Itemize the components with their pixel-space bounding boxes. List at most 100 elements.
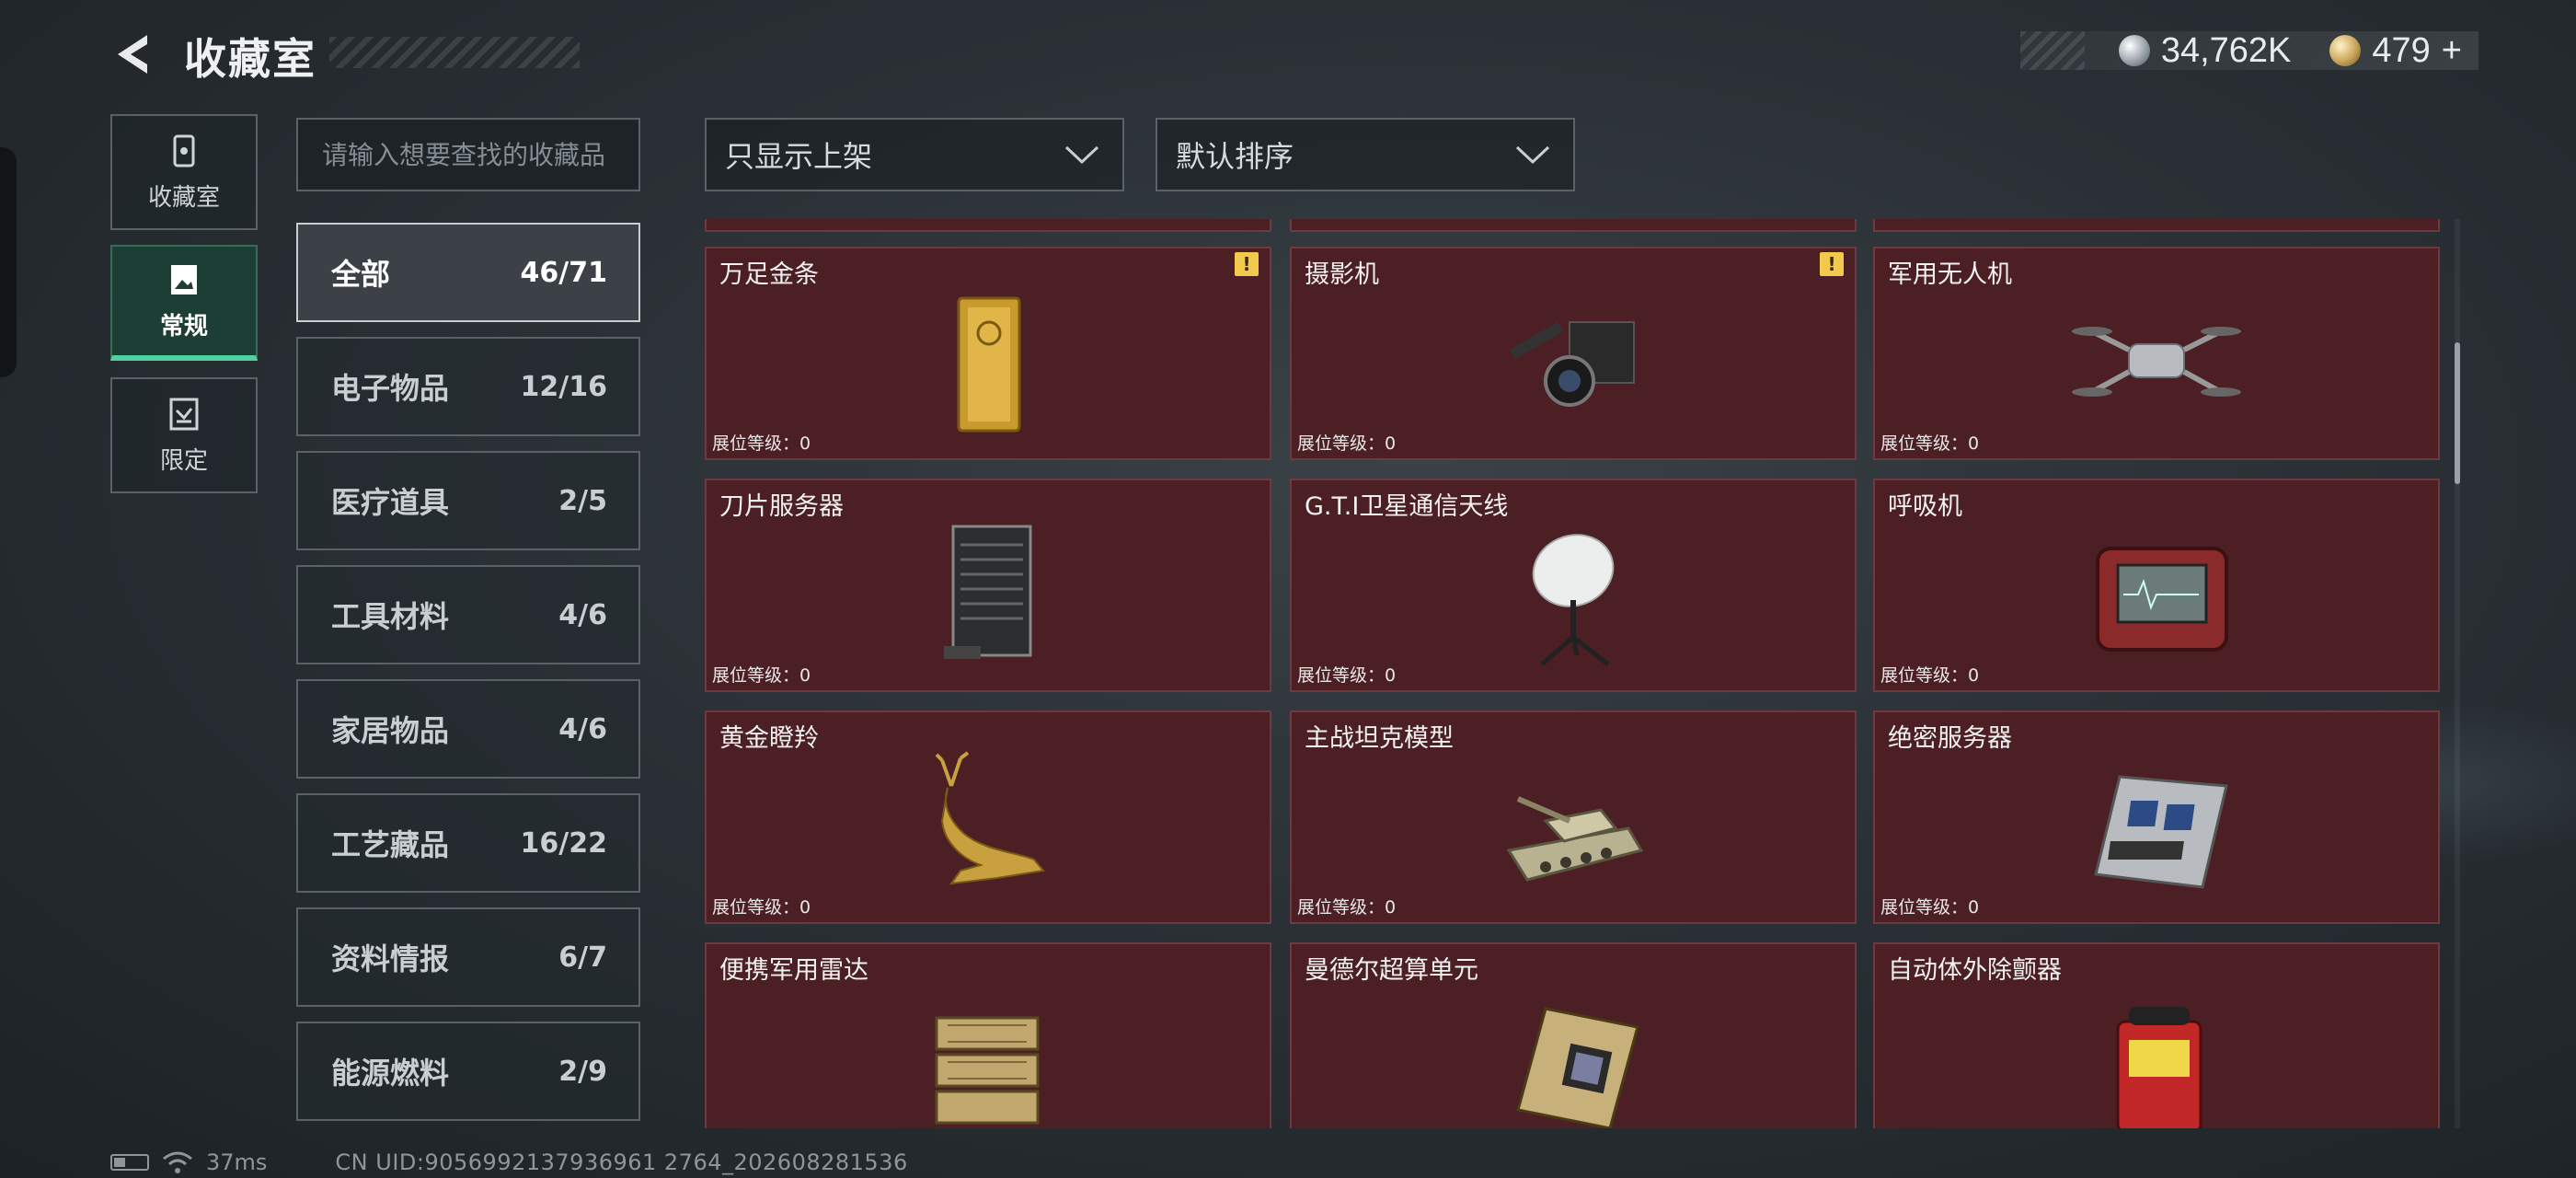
category-all[interactable]: 全部 46/71 [296,223,640,322]
rail-item-vault[interactable]: 收藏室 [110,114,258,230]
screen-notch [0,147,17,377]
satellite-dish-icon [1532,534,1615,666]
ping-value: 37ms [206,1149,268,1175]
item-level: 展位等级：0 [1297,665,1397,686]
item-name: 摄影机 [1305,260,1379,289]
item-level: 展位等级：0 [1880,665,1980,686]
gold-value: 479 [2372,30,2431,70]
category-count: 16/22 [520,826,607,860]
rail-label: 常规 [159,312,208,341]
sort-dropdown[interactable]: 默认排序 [1156,118,1575,191]
item-name: 刀片服务器 [719,492,844,521]
item-card[interactable]: 军用无人机 展位等级：0 [1873,247,2440,460]
currency-decoration [2020,31,2085,70]
category-tools[interactable]: 工具材料 4/6 [296,565,640,664]
grid-scrollbar[interactable] [2455,219,2460,1128]
item-name: 绝密服务器 [1888,724,2012,753]
item-card[interactable]: 自动体外除颤器 [1873,942,2440,1128]
category-name: 工具材料 [331,599,450,634]
server-board-icon [2094,775,2228,889]
item-name: 曼德尔超算单元 [1305,956,1478,985]
category-crafts[interactable]: 工艺藏品 16/22 [296,793,640,893]
category-name: 电子物品 [331,371,450,406]
item-name: G.T.I卫星通信天线 [1305,492,1509,521]
rail-item-limited[interactable]: 限定 [110,377,258,493]
collection-grid: 万足金条 ! 展位等级：0 摄影机 ! 展位等级：0 军用无人机 展位等级：0 … [705,219,2445,1128]
category-name: 工艺藏品 [331,827,450,862]
category-name: 资料情报 [331,941,450,976]
category-count: 2/9 [558,1055,607,1088]
chevron-down-icon [1064,145,1099,165]
silver-value: 34,762K [2160,30,2292,70]
item-name: 万足金条 [719,260,819,289]
category-name: 能源燃料 [331,1056,450,1091]
document-icon [171,264,197,294]
item-level: 展位等级：0 [712,897,811,918]
item-name: 军用无人机 [1888,260,2012,289]
warning-icon: ! [1235,252,1259,276]
camera-icon [1510,321,1635,407]
category-household[interactable]: 家居物品 4/6 [296,679,640,779]
item-card[interactable]: 呼吸机 展位等级：0 [1873,479,2440,692]
gold-bar-icon [957,296,1021,433]
category-intel[interactable]: 资料情报 6/7 [296,907,640,1007]
item-level: 展位等级：0 [1297,897,1397,918]
item-card[interactable]: 主战坦克模型 展位等级：0 [1290,710,1857,924]
item-card[interactable]: 刀片服务器 展位等级：0 [705,479,1271,692]
sort-value: 默认排序 [1176,139,1294,174]
category-count: 6/7 [558,941,607,974]
item-card-partial[interactable] [705,219,1271,232]
blade-server-icon [944,525,1032,659]
silver-coin-icon [2118,35,2150,66]
drone-icon [2072,327,2241,397]
item-card[interactable]: 曼德尔超算单元 [1290,942,1857,1128]
category-name: 家居物品 [331,713,450,748]
category-name: 医疗道具 [331,485,450,520]
item-card[interactable]: G.T.I卫星通信天线 展位等级：0 [1290,479,1857,692]
item-card[interactable]: 绝密服务器 展位等级：0 [1873,710,2440,924]
limited-icon [169,398,199,430]
item-card[interactable]: 黄金瞪羚 展位等级：0 [705,710,1271,924]
gazelle-icon [935,751,1045,885]
item-card-partial[interactable] [1873,219,2440,232]
ventilator-icon [2096,547,2228,652]
page-title: 收藏室 [184,34,316,84]
item-level: 展位等级：0 [1880,897,1980,918]
filter-value: 只显示上架 [725,139,873,174]
item-card[interactable]: 摄影机 ! 展位等级：0 [1290,247,1857,460]
category-count: 4/6 [558,712,607,745]
category-energy[interactable]: 能源燃料 2/9 [296,1022,640,1121]
add-gold-button[interactable]: + [2442,31,2462,71]
category-electronics[interactable]: 电子物品 12/16 [296,337,640,436]
battery-icon [110,1154,149,1171]
tank-icon [1506,796,1644,882]
item-level: 展位等级：0 [712,665,811,686]
category-count: 4/6 [558,598,607,631]
category-count: 12/16 [520,370,607,403]
item-name: 黄金瞪羚 [719,724,819,753]
item-name: 主战坦克模型 [1305,724,1454,753]
category-count: 46/71 [520,256,607,289]
filter-dropdown[interactable]: 只显示上架 [705,118,1124,191]
category-medical[interactable]: 医疗道具 2/5 [296,451,640,550]
search-input[interactable] [296,118,640,191]
radar-icon [935,1016,1040,1125]
back-arrow-icon[interactable] [110,31,156,77]
category-name: 全部 [331,257,391,292]
item-name: 呼吸机 [1888,492,1962,521]
rail-item-regular[interactable]: 常规 [110,245,258,361]
item-card-partial[interactable] [1290,219,1857,232]
scrollbar-thumb[interactable] [2455,342,2460,484]
item-card[interactable]: 便携军用雷达 [705,942,1271,1128]
vault-icon [173,134,195,167]
chevron-down-icon [1515,145,1550,165]
item-name: 便携军用雷达 [719,956,868,985]
item-level: 展位等级：0 [1880,433,1980,454]
defibrillator-icon [2116,1007,2202,1128]
item-name: 自动体外除颤器 [1888,956,2062,985]
title-decoration [329,37,580,68]
gold-coin-icon [2329,35,2362,66]
item-card[interactable]: 万足金条 ! 展位等级：0 [705,247,1271,460]
compute-unit-icon [1516,1007,1639,1128]
rail-label: 收藏室 [147,183,220,212]
